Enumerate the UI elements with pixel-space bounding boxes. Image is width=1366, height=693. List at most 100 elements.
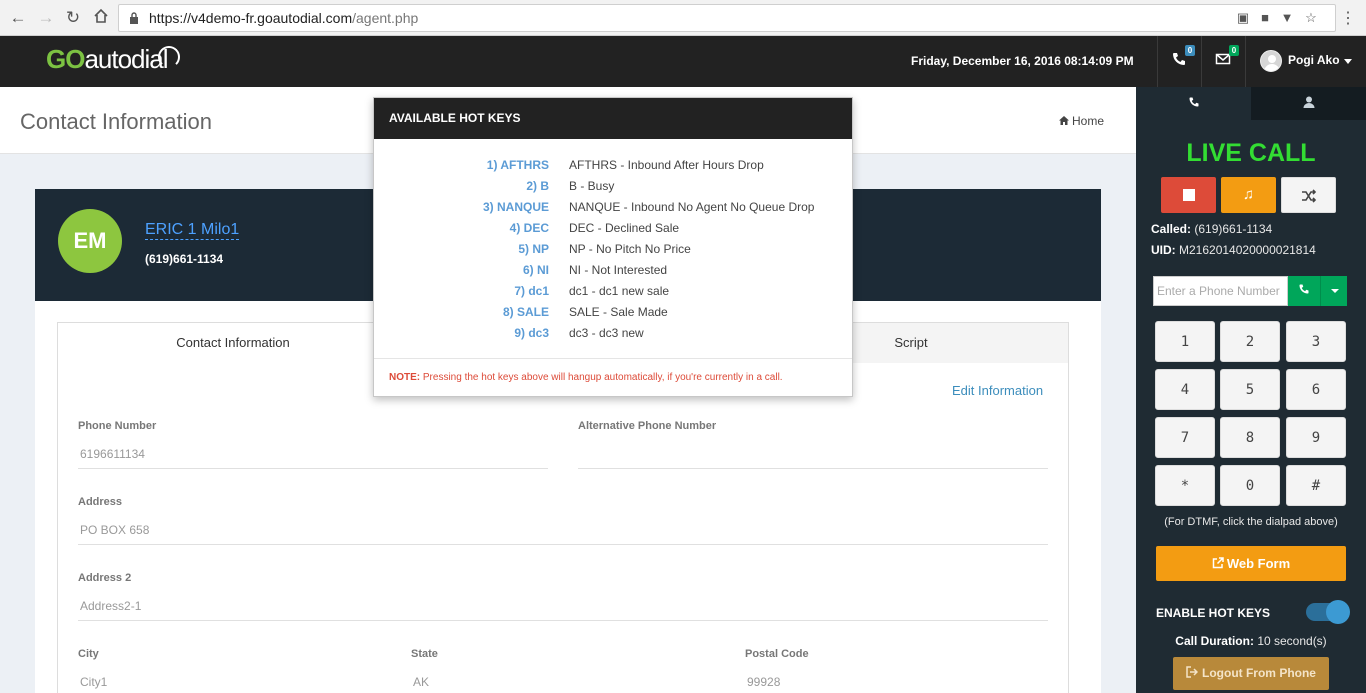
dialpad-key-2[interactable]: 2 — [1220, 321, 1280, 362]
hotkey-item: 7) dc1 dc1 - dc1 new sale — [374, 284, 854, 305]
caret-down-icon — [1344, 59, 1352, 64]
hotkey-item: 4) DEC DEC - Declined Sale — [374, 221, 854, 242]
hotkey-key: 6) NI — [522, 263, 549, 277]
logout-from-phone-button[interactable]: Logout From Phone — [1173, 657, 1329, 690]
blocked-popup-icon[interactable]: ▣ — [1235, 10, 1251, 26]
hotkey-description: SALE - Sale Made — [569, 305, 668, 319]
phone-number-field[interactable]: 6196611134 — [80, 447, 145, 461]
music-icon: ♫ — [1242, 186, 1255, 203]
extension-icon[interactable]: ▼ — [1279, 10, 1295, 26]
camera-icon[interactable]: ■ — [1257, 10, 1273, 26]
calls-badge: 0 — [1185, 45, 1195, 56]
hotkey-key: 8) SALE — [502, 305, 549, 319]
hotkey-key: 7) dc1 — [514, 284, 549, 298]
hotkey-item: 5) NP NP - No Pitch No Price — [374, 242, 854, 263]
shuffle-icon — [1301, 189, 1316, 203]
home-icon[interactable] — [91, 8, 111, 28]
hotkey-item: 2) B B - Busy — [374, 179, 854, 200]
tab-agent-profile[interactable] — [1251, 87, 1366, 120]
avatar — [1260, 50, 1282, 72]
dialpad-key-0[interactable]: 0 — [1220, 465, 1280, 506]
contact-phone: (619)661-1134 — [145, 252, 224, 266]
dial-dropdown-button[interactable] — [1320, 276, 1347, 306]
dialpad-key-hash[interactable]: # — [1286, 465, 1346, 506]
state-field[interactable]: AK — [413, 675, 429, 689]
hotkey-description: DEC - Declined Sale — [569, 221, 680, 235]
postal-code-label: Postal Code — [745, 648, 809, 660]
back-icon[interactable]: ← — [8, 8, 28, 28]
phone-icon — [1299, 284, 1309, 294]
hotkey-key: 3) NANQUE — [482, 200, 549, 214]
city-label: City — [78, 648, 99, 660]
hangup-button[interactable] — [1161, 177, 1216, 213]
goautodial-logo[interactable]: GOautodial — [46, 44, 180, 80]
hotkey-description: AFTHRS - Inbound After Hours Drop — [569, 158, 764, 172]
hotkey-item: 3) NANQUE NANQUE - Inbound No Agent No Qu… — [374, 200, 854, 221]
breadcrumb-home[interactable]: Home — [1059, 114, 1104, 128]
hotkey-key: 4) DEC — [509, 221, 549, 235]
hotkey-item: 9) dc3 dc3 - dc3 new — [374, 326, 854, 347]
agent-sidebar: LIVE CALL ♫ Called: (619)661-1134 UID: M… — [1136, 87, 1366, 693]
tab-dialer[interactable] — [1136, 87, 1251, 120]
state-label: State — [411, 648, 438, 660]
phone-number-input[interactable]: Enter a Phone Number — [1153, 276, 1288, 306]
edit-information-link[interactable]: Edit Information — [952, 383, 1043, 398]
live-call-status: LIVE CALL — [1186, 139, 1316, 167]
lock-icon — [130, 12, 138, 24]
web-form-button[interactable]: Web Form — [1156, 546, 1346, 581]
dialpad-key-1[interactable]: 1 — [1155, 321, 1215, 362]
user-name: Pogi Ako — [1288, 53, 1340, 67]
address2-field[interactable]: Address2-1 — [80, 599, 141, 613]
dialpad-key-5[interactable]: 5 — [1220, 369, 1280, 410]
bookmark-star-icon[interactable]: ☆ — [1303, 10, 1319, 26]
messages-notification-icon[interactable]: 0 — [1213, 45, 1239, 71]
hotkey-description: NP - No Pitch No Price — [569, 242, 691, 256]
browser-toolbar: ← → ↻ https://v4demo-fr.goautodial.com/a… — [0, 0, 1366, 36]
dialpad-key-3[interactable]: 3 — [1286, 321, 1346, 362]
dtmf-note: (For DTMF, click the dialpad above) — [1164, 516, 1338, 528]
home-icon — [1059, 116, 1069, 125]
hotkeys-note: NOTE: Pressing the hot keys above will h… — [389, 372, 783, 383]
dialpad-key-7[interactable]: 7 — [1155, 417, 1215, 458]
reload-icon[interactable]: ↻ — [63, 8, 83, 28]
hotkeys-popup: AVAILABLE HOT KEYS 1) AFTHRS AFTHRS - Inb… — [373, 97, 853, 397]
hotkey-description: dc3 - dc3 new — [569, 326, 644, 340]
url-text: https://v4demo-fr.goautodial.com/agent.p… — [149, 10, 419, 26]
city-field[interactable]: City1 — [80, 675, 107, 689]
hotkeys-popup-title: AVAILABLE HOT KEYS — [374, 98, 852, 139]
hotkey-item: 1) AFTHRS AFTHRS - Inbound After Hours Dr… — [374, 158, 854, 179]
call-duration: Call Duration: 10 second(s) — [1175, 634, 1327, 648]
address2-label: Address 2 — [78, 572, 132, 584]
dialpad-key-4[interactable]: 4 — [1155, 369, 1215, 410]
hotkey-key: 5) NP — [518, 242, 549, 256]
dialpad-key-6[interactable]: 6 — [1286, 369, 1346, 410]
transfer-button[interactable] — [1281, 177, 1336, 213]
postal-code-field[interactable]: 99928 — [747, 675, 780, 689]
contact-name[interactable]: ERIC 1 Milo1 — [145, 221, 240, 240]
calls-notification-icon[interactable]: 0 — [1169, 45, 1195, 71]
address-bar[interactable]: https://v4demo-fr.goautodial.com/agent.p… — [118, 4, 1336, 32]
dialpad-key-8[interactable]: 8 — [1220, 417, 1280, 458]
hotkey-key: 1) AFTHRS — [486, 158, 549, 172]
hotkey-description: dc1 - dc1 new sale — [569, 284, 670, 298]
phone-number-label: Phone Number — [78, 420, 157, 432]
tab-contact-information[interactable]: Contact Information — [58, 323, 409, 364]
dialpad-key-star[interactable]: * — [1155, 465, 1215, 506]
address-field[interactable]: PO BOX 658 — [80, 523, 149, 537]
sign-out-icon — [1186, 666, 1199, 678]
uid-info: UID: M2162014020000021814 — [1151, 243, 1316, 257]
dialpad-key-9[interactable]: 9 — [1286, 417, 1346, 458]
dial-button[interactable] — [1288, 276, 1320, 306]
music-on-hold-button[interactable]: ♫ — [1221, 177, 1276, 213]
page-title: Contact Information — [20, 109, 212, 134]
enable-hotkeys-toggle[interactable] — [1306, 600, 1350, 624]
user-icon — [1303, 96, 1314, 108]
hotkey-item: 8) SALE SALE - Sale Made — [374, 305, 854, 326]
alternative-phone-label: Alternative Phone Number — [578, 420, 717, 432]
forward-icon[interactable]: → — [36, 8, 56, 28]
hotkey-key: 9) dc3 — [514, 326, 549, 340]
enable-hotkeys-label: ENABLE HOT KEYS — [1156, 606, 1271, 620]
hotkey-description: NI - Not Interested — [569, 263, 668, 277]
contact-form: Edit Information Phone Number 6196611134… — [57, 363, 1069, 693]
browser-menu-icon[interactable]: ⋮ — [1340, 8, 1356, 28]
